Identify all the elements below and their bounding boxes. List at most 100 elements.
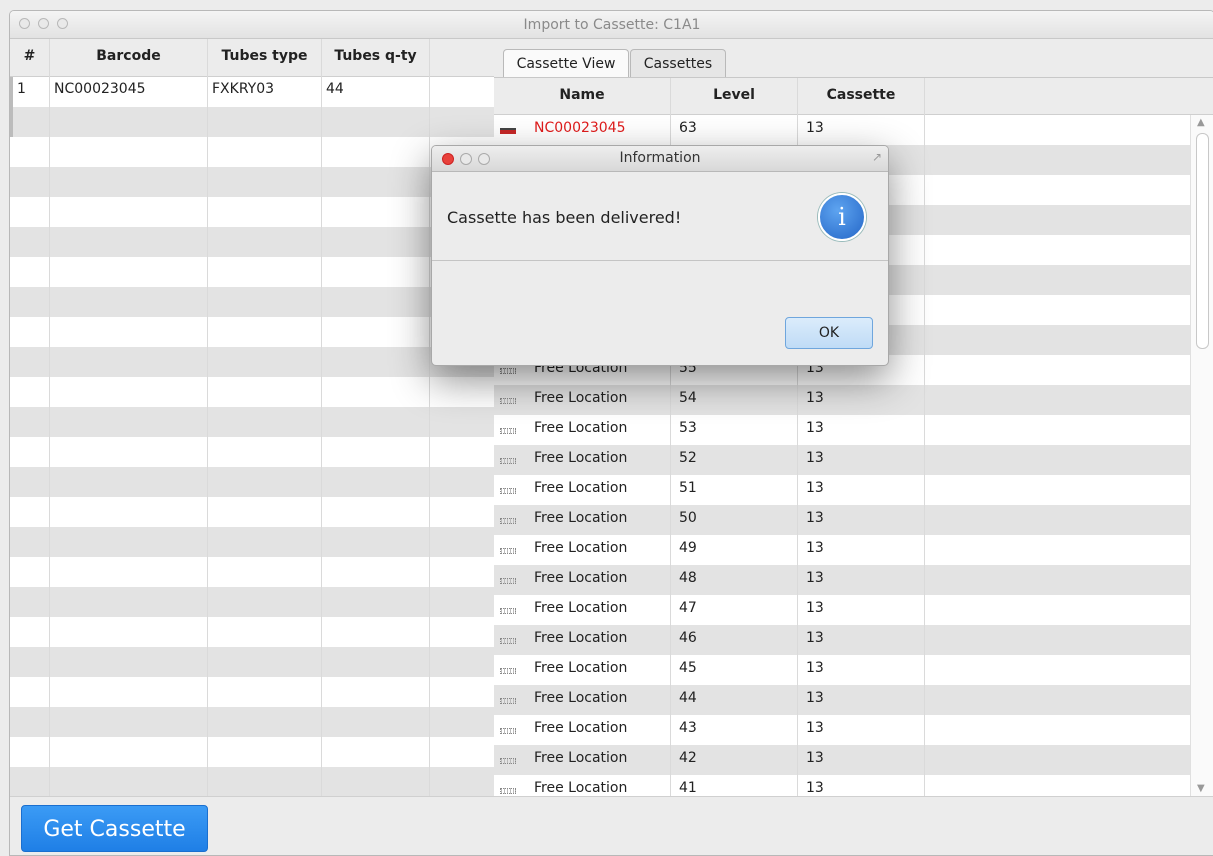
table-row[interactable] bbox=[10, 377, 494, 407]
column-header-barcode[interactable]: Barcode bbox=[50, 48, 207, 64]
table-row[interactable] bbox=[10, 467, 494, 497]
table-row[interactable] bbox=[10, 497, 494, 527]
free-location-icon bbox=[500, 608, 516, 614]
level-cell: 49 bbox=[679, 540, 697, 556]
column-header-cassette[interactable]: Cassette bbox=[798, 87, 924, 103]
get-cassette-button[interactable]: Get Cassette bbox=[21, 805, 208, 852]
column-header-num[interactable]: # bbox=[10, 48, 49, 64]
level-cell: 50 bbox=[679, 510, 697, 526]
column-header-level[interactable]: Level bbox=[671, 87, 797, 103]
table-row[interactable] bbox=[10, 437, 494, 467]
table-row[interactable]: NC00023045 63 13 bbox=[494, 115, 1191, 145]
import-tubes-table-body: 1 NC00023045 FXKRY03 44 bbox=[10, 77, 494, 796]
table-row[interactable]: Free Location 42 13 bbox=[494, 745, 1191, 775]
fullscreen-icon[interactable]: ↗ bbox=[872, 150, 882, 164]
column-header-name[interactable]: Name bbox=[494, 87, 670, 103]
table-row[interactable] bbox=[10, 737, 494, 767]
name-cell: Free Location bbox=[534, 720, 628, 736]
window-title: Import to Cassette: C1A1 bbox=[523, 17, 701, 33]
table-row[interactable] bbox=[10, 587, 494, 617]
import-tubes-table-header: # Barcode Tubes type Tubes q-ty bbox=[10, 39, 494, 77]
scroll-up-icon[interactable]: ▲ bbox=[1197, 117, 1205, 128]
cassette-cell: 13 bbox=[806, 720, 824, 736]
table-row[interactable] bbox=[10, 137, 494, 167]
ok-button[interactable]: OK bbox=[785, 317, 873, 349]
table-row[interactable] bbox=[10, 407, 494, 437]
table-row[interactable] bbox=[10, 677, 494, 707]
free-location-icon bbox=[500, 758, 516, 764]
table-row[interactable] bbox=[10, 287, 494, 317]
table-row[interactable] bbox=[10, 167, 494, 197]
name-cell: Free Location bbox=[534, 480, 628, 496]
dialog-title-bar[interactable]: Information ↗ bbox=[432, 146, 888, 172]
level-cell: 63 bbox=[679, 120, 697, 136]
table-row[interactable]: Free Location 45 13 bbox=[494, 655, 1191, 685]
main-window: Import to Cassette: C1A1 # Barcode Tubes… bbox=[9, 10, 1213, 856]
table-row[interactable]: Free Location 53 13 bbox=[494, 415, 1191, 445]
table-row[interactable] bbox=[10, 257, 494, 287]
free-location-icon bbox=[500, 728, 516, 734]
table-row[interactable] bbox=[10, 527, 494, 557]
free-location-icon bbox=[500, 548, 516, 554]
cassette-cell: 13 bbox=[806, 780, 824, 796]
table-row[interactable] bbox=[10, 617, 494, 647]
free-location-icon bbox=[500, 458, 516, 464]
table-row[interactable]: Free Location 47 13 bbox=[494, 595, 1191, 625]
table-row[interactable] bbox=[10, 647, 494, 677]
table-row[interactable] bbox=[10, 767, 494, 796]
tubes-qty-cell: 44 bbox=[326, 81, 344, 97]
title-bar[interactable]: Import to Cassette: C1A1 bbox=[10, 11, 1213, 39]
table-row[interactable] bbox=[10, 557, 494, 587]
table-row[interactable] bbox=[10, 107, 494, 137]
free-location-icon bbox=[500, 428, 516, 434]
table-row[interactable]: Free Location 46 13 bbox=[494, 625, 1191, 655]
tab-cassette-view[interactable]: Cassette View bbox=[503, 49, 629, 79]
level-cell: 53 bbox=[679, 420, 697, 436]
table-row[interactable]: Free Location 44 13 bbox=[494, 685, 1191, 715]
level-cell: 45 bbox=[679, 660, 697, 676]
table-row[interactable]: Free Location 52 13 bbox=[494, 445, 1191, 475]
column-header-tubes-type[interactable]: Tubes type bbox=[208, 48, 321, 64]
level-cell: 54 bbox=[679, 390, 697, 406]
table-row[interactable]: Free Location 50 13 bbox=[494, 505, 1191, 535]
scrollbar-thumb[interactable] bbox=[1196, 133, 1209, 349]
vertical-scrollbar[interactable]: ▲ ▼ bbox=[1190, 115, 1213, 796]
table-row[interactable]: Free Location 48 13 bbox=[494, 565, 1191, 595]
table-row[interactable]: Free Location 43 13 bbox=[494, 715, 1191, 745]
free-location-icon bbox=[500, 368, 516, 374]
cassette-cell: 13 bbox=[806, 660, 824, 676]
name-cell: Free Location bbox=[534, 690, 628, 706]
table-row[interactable]: Free Location 41 13 bbox=[494, 775, 1191, 796]
bottom-bar: Get Cassette bbox=[10, 796, 1213, 855]
tab-cassettes[interactable]: Cassettes bbox=[630, 49, 726, 78]
level-cell: 41 bbox=[679, 780, 697, 796]
barcode-cell: NC00023045 bbox=[54, 81, 146, 97]
level-cell: 48 bbox=[679, 570, 697, 586]
dialog-message: Cassette has been delivered! bbox=[447, 208, 682, 227]
table-row[interactable] bbox=[10, 197, 494, 227]
column-header-tubes-qty[interactable]: Tubes q-ty bbox=[322, 48, 429, 64]
table-row[interactable] bbox=[10, 317, 494, 347]
table-row[interactable] bbox=[10, 707, 494, 737]
name-cell: Free Location bbox=[534, 660, 628, 676]
import-tubes-table: # Barcode Tubes type Tubes q-ty 1 NC00023… bbox=[10, 39, 494, 796]
dialog-separator bbox=[432, 260, 888, 261]
table-row[interactable] bbox=[10, 227, 494, 257]
cassette-cell: 13 bbox=[806, 540, 824, 556]
table-row[interactable]: 1 NC00023045 FXKRY03 44 bbox=[10, 77, 494, 107]
name-cell: Free Location bbox=[534, 570, 628, 586]
table-row[interactable]: Free Location 54 13 bbox=[494, 385, 1191, 415]
cassette-view-table-header: Name Level Cassette bbox=[494, 78, 1213, 115]
row-selection-marker bbox=[10, 77, 13, 137]
level-cell: 42 bbox=[679, 750, 697, 766]
table-row[interactable]: Free Location 49 13 bbox=[494, 535, 1191, 565]
tubes-type-cell: FXKRY03 bbox=[212, 81, 275, 97]
cassette-cell: 13 bbox=[806, 480, 824, 496]
name-cell: Free Location bbox=[534, 390, 628, 406]
name-cell: Free Location bbox=[534, 600, 628, 616]
scroll-down-icon[interactable]: ▼ bbox=[1197, 783, 1205, 794]
dialog-title: Information bbox=[619, 150, 701, 166]
table-row[interactable] bbox=[10, 347, 494, 377]
level-cell: 43 bbox=[679, 720, 697, 736]
table-row[interactable]: Free Location 51 13 bbox=[494, 475, 1191, 505]
